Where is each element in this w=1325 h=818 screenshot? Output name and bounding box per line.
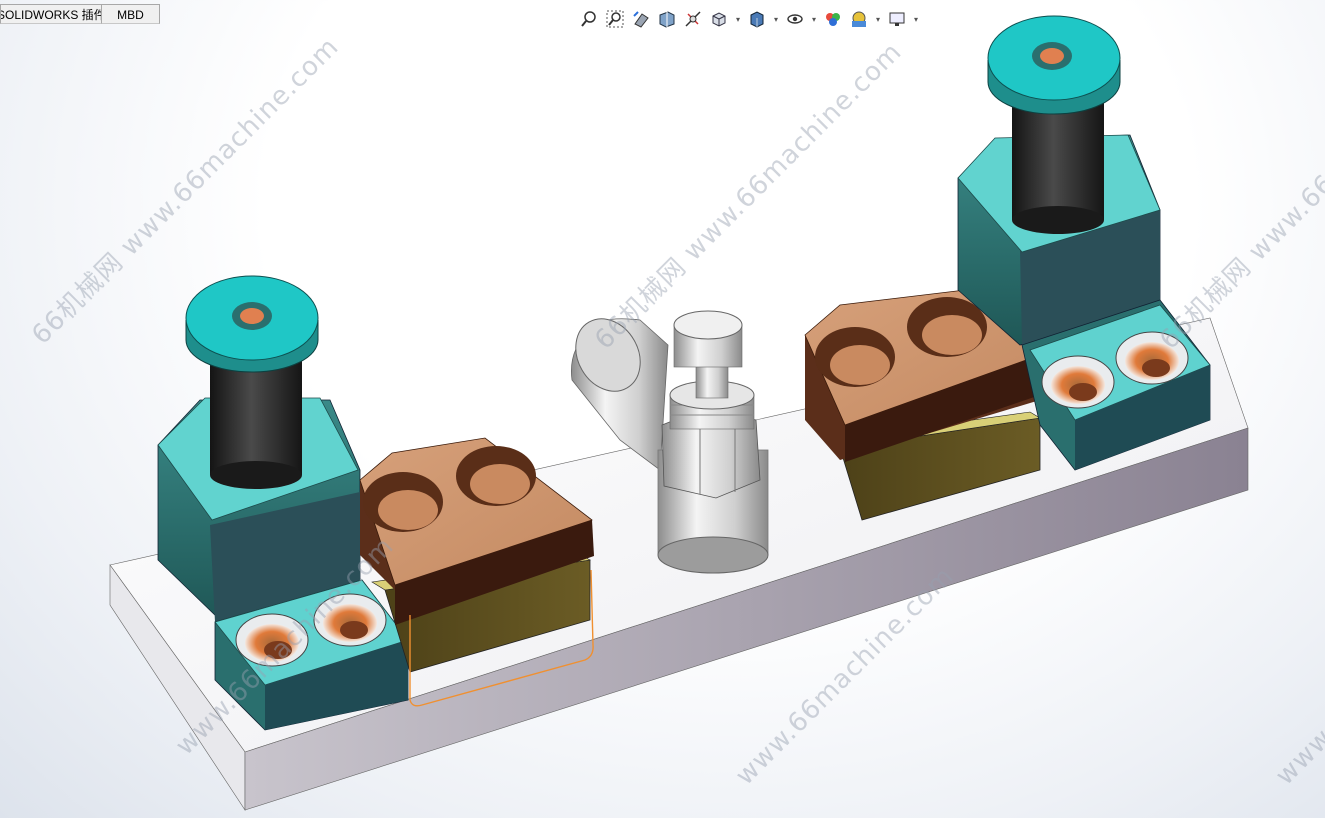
- chevron-down-icon[interactable]: ▾: [810, 8, 818, 30]
- view-settings-icon[interactable]: [886, 8, 908, 30]
- display-style-icon[interactable]: [746, 8, 768, 30]
- chevron-down-icon[interactable]: ▾: [734, 8, 742, 30]
- command-manager-tabs: SOLIDWORKS 插件 MBD: [0, 4, 160, 24]
- apply-scene-icon[interactable]: [848, 8, 870, 30]
- hide-show-items-icon[interactable]: [784, 8, 806, 30]
- zoom-to-area-icon[interactable]: [604, 8, 626, 30]
- previous-view-icon[interactable]: [630, 8, 652, 30]
- dynamic-annotation-icon[interactable]: [682, 8, 704, 30]
- model-viewport[interactable]: [0, 0, 1325, 818]
- tab-mbd[interactable]: MBD: [102, 4, 160, 24]
- chevron-down-icon[interactable]: ▾: [912, 8, 920, 30]
- view-orientation-icon[interactable]: [708, 8, 730, 30]
- tab-solidworks-addins[interactable]: SOLIDWORKS 插件: [0, 4, 102, 24]
- zoom-to-fit-icon[interactable]: [578, 8, 600, 30]
- heads-up-view-toolbar: ▾ ▾ ▾ ▾ ▾: [578, 8, 920, 30]
- section-view-icon[interactable]: [656, 8, 678, 30]
- chevron-down-icon[interactable]: ▾: [874, 8, 882, 30]
- chevron-down-icon[interactable]: ▾: [772, 8, 780, 30]
- edit-appearance-icon[interactable]: [822, 8, 844, 30]
